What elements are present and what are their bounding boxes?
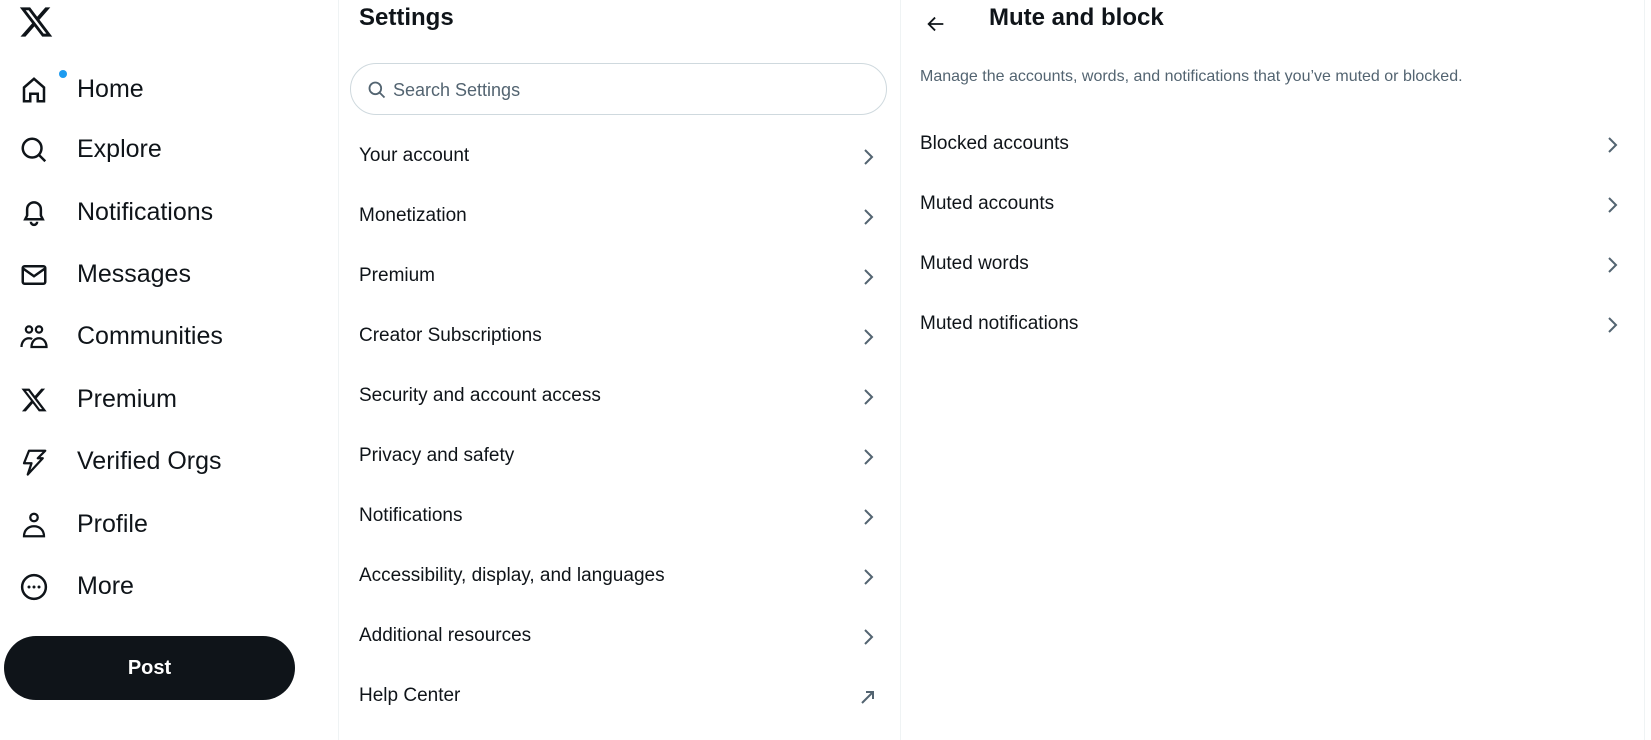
nav-item-notifications[interactable]: Notifications	[0, 188, 230, 238]
muted-notifications-item[interactable]: Muted notifications	[900, 295, 1644, 355]
chevron-right-icon	[1602, 315, 1622, 335]
settings-item-additional-resources[interactable]: Additional resources	[339, 607, 900, 667]
settings-item-label: Help Center	[359, 685, 461, 706]
nav-label: Messages	[77, 260, 191, 288]
nav-label: More	[77, 572, 134, 600]
x-logo-icon	[18, 384, 50, 416]
detail-description: Manage the accounts, words, and notifica…	[920, 68, 1463, 85]
more-circle-icon	[18, 571, 50, 603]
chevron-right-icon	[858, 147, 878, 167]
detail-title: Mute and block	[989, 4, 1164, 31]
back-arrow-icon	[927, 16, 944, 32]
settings-item-label: Accessibility, display, and languages	[359, 565, 665, 586]
settings-item-privacy[interactable]: Privacy and safety	[339, 427, 900, 487]
nav-label: Home	[77, 75, 144, 103]
settings-item-label: Monetization	[359, 205, 467, 226]
envelope-icon	[18, 259, 50, 291]
nav-item-premium[interactable]: Premium	[0, 375, 190, 425]
item-label: Muted notifications	[920, 313, 1079, 334]
x-logo-icon[interactable]	[18, 4, 54, 40]
nav-item-more[interactable]: More	[0, 562, 150, 612]
people-icon	[18, 321, 50, 353]
chevron-right-icon	[1602, 255, 1622, 275]
nav-item-profile[interactable]: Profile	[0, 500, 170, 550]
settings-item-label: Additional resources	[359, 625, 532, 646]
external-link-arrow-icon	[858, 687, 878, 707]
settings-item-notifications[interactable]: Notifications	[339, 487, 900, 547]
mute-and-block-panel: Mute and block Manage the accounts, word…	[900, 0, 1645, 740]
lightning-icon	[18, 446, 50, 478]
chevron-right-icon	[858, 507, 878, 527]
blocked-accounts-item[interactable]: Blocked accounts	[900, 115, 1644, 175]
settings-item-label: Notifications	[359, 505, 463, 526]
chevron-right-icon	[858, 327, 878, 347]
chevron-right-icon	[1602, 135, 1622, 155]
page-title: Settings	[359, 4, 454, 31]
settings-item-accessibility[interactable]: Accessibility, display, and languages	[339, 547, 900, 607]
chevron-right-icon	[858, 567, 878, 587]
left-navigation: Home Explore Notifications Messages Comm…	[0, 0, 320, 740]
settings-panel: Settings Your account Monetization Premi…	[338, 0, 901, 740]
chevron-right-icon	[858, 267, 878, 287]
notification-dot	[59, 70, 67, 78]
nav-label: Premium	[77, 385, 178, 413]
settings-item-monetization[interactable]: Monetization	[339, 187, 900, 247]
settings-item-label: Creator Subscriptions	[359, 325, 542, 346]
nav-item-messages[interactable]: Messages	[0, 250, 200, 300]
chevron-right-icon	[858, 207, 878, 227]
nav-label: Communities	[77, 322, 223, 350]
chevron-right-icon	[858, 447, 878, 467]
muted-accounts-item[interactable]: Muted accounts	[900, 175, 1644, 235]
person-icon	[18, 509, 50, 541]
muted-words-item[interactable]: Muted words	[900, 235, 1644, 295]
item-label: Blocked accounts	[920, 133, 1069, 154]
settings-item-creator-subscriptions[interactable]: Creator Subscriptions	[339, 307, 900, 367]
nav-item-communities[interactable]: Communities	[0, 312, 235, 362]
settings-item-premium[interactable]: Premium	[339, 247, 900, 307]
settings-item-help-center[interactable]: Help Center	[339, 667, 900, 727]
nav-label: Explore	[77, 135, 162, 163]
item-label: Muted accounts	[920, 193, 1055, 214]
settings-item-label: Premium	[359, 265, 436, 286]
settings-item-label: Your account	[359, 145, 470, 166]
post-button[interactable]: Post	[4, 636, 295, 700]
chevron-right-icon	[858, 387, 878, 407]
chevron-right-icon	[858, 627, 878, 647]
search-icon	[367, 80, 387, 100]
nav-item-explore[interactable]: Explore	[0, 125, 170, 175]
item-label: Muted words	[920, 253, 1029, 274]
home-icon	[18, 70, 67, 106]
nav-item-verified-orgs[interactable]: Verified Orgs	[0, 437, 235, 487]
search-input[interactable]	[391, 64, 865, 116]
settings-item-label: Privacy and safety	[359, 445, 515, 466]
settings-item-your-account[interactable]: Your account	[339, 127, 900, 187]
chevron-right-icon	[1602, 195, 1622, 215]
bell-icon	[18, 197, 50, 229]
nav-item-home[interactable]: Home	[0, 65, 170, 115]
nav-label: Verified Orgs	[77, 447, 222, 475]
nav-label: Notifications	[77, 198, 214, 226]
nav-label: Profile	[77, 510, 148, 538]
settings-item-label: Security and account access	[359, 385, 601, 406]
settings-item-security[interactable]: Security and account access	[339, 367, 900, 427]
search-box[interactable]	[350, 63, 887, 116]
back-button[interactable]	[918, 6, 954, 42]
search-icon	[18, 134, 50, 166]
